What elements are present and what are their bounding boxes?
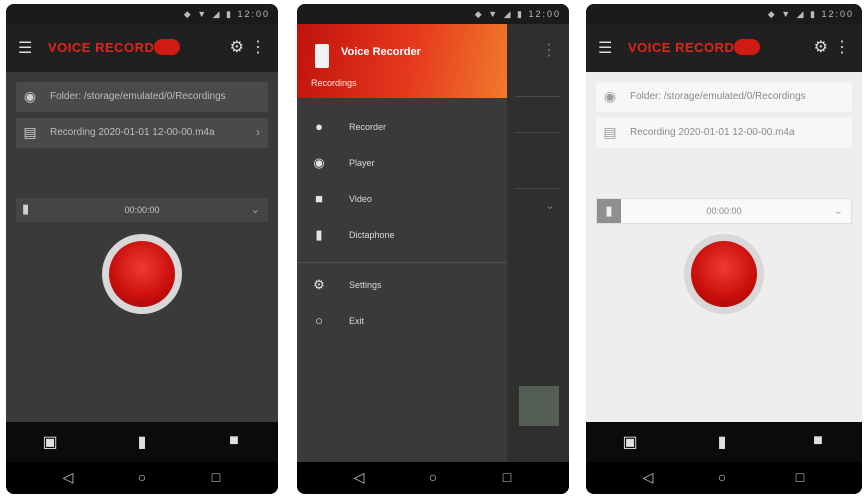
drawer-item-label: Recorder [349,122,387,132]
gear-icon: ⚙ [313,277,325,292]
background-rows [507,84,569,284]
recents-icon[interactable]: □ [206,469,226,487]
tab-recordings-icon[interactable]: ▣ [616,432,644,452]
background-thumbnail [519,386,559,426]
divider [515,132,561,133]
status-bar: ◆ ▼ ◢ ▮ 12:00 [6,4,278,24]
microphone-icon: ● [315,119,323,134]
drawer-item-label: Settings [349,280,382,290]
file-icon: ▤ [603,124,617,140]
drawer-item-exit[interactable]: ○ Exit [297,306,507,336]
edit-arrow-icon[interactable]: › [256,125,260,139]
bottom-tab-bar: ▣ ▮ ■ [6,422,278,462]
eye-icon: ◉ [313,155,325,170]
timer-label: 00:00:00 [706,206,742,216]
tab-microphone-icon[interactable]: ▮ [128,432,156,452]
back-icon[interactable]: ◁ [638,469,658,487]
timer-bar[interactable]: ▮ 00:00:00 ⌄ [16,198,268,222]
status-bar: ◆ ▼ ◢ ▮ 12:00 [586,4,862,24]
drawer-item-dictaphone[interactable]: ▮ Dictaphone [297,220,507,250]
system-nav-bar: ◁ ○ □ [586,462,862,494]
system-nav-bar: ◁ ○ □ [297,462,569,494]
gear-icon[interactable]: ⚙ [814,37,828,57]
app-bar: ☰ VOICE RECORDER ⚙ ⋮ [586,24,862,72]
file-name: Recording 2020-01-01 12-00-00.m4a [630,127,795,138]
file-name: Recording 2020-01-01 12-00-00.m4a [50,127,215,138]
drawer-item-label: Video [349,194,372,204]
drawer-title: Voice Recorder [341,46,421,58]
drawer-subtitle: Recordings [311,78,357,88]
home-icon[interactable]: ○ [132,469,152,487]
hamburger-icon[interactable]: ☰ [18,38,32,58]
location-pin-icon: ◉ [23,88,37,104]
phone-screen-drawer: ◆ ▼ ◢ ▮ 12:00 ⋮ ⌄ Voice Recorder Recordi… [297,4,569,494]
drawer-item-label: Exit [349,316,365,326]
tab-microphone-icon[interactable]: ▮ [708,432,736,452]
tab-recordings-icon[interactable]: ▣ [36,432,64,452]
main-content: ◉ Folder: /storage/emulated/0/Recordings… [586,72,862,422]
drawer-divider [297,262,507,263]
more-vertical-icon[interactable]: ⋮ [250,37,266,57]
hamburger-icon[interactable]: ☰ [598,38,612,58]
drawer-header: Voice Recorder Recordings [297,24,507,98]
recents-icon[interactable]: □ [790,469,810,487]
drawer-item-video[interactable]: ■ Video [297,184,507,214]
bottom-tab-bar: ▣ ▮ ■ [586,422,862,462]
microphone-icon [315,44,329,68]
folder-path: Folder: /storage/emulated/0/Recordings [50,91,226,102]
record-badge [154,39,180,55]
folder-path: Folder: /storage/emulated/0/Recordings [630,91,806,102]
home-icon[interactable]: ○ [712,469,732,487]
chevron-down-icon[interactable]: ⌄ [251,203,260,216]
home-icon[interactable]: ○ [423,469,443,487]
back-icon[interactable]: ◁ [58,469,78,487]
drawer-item-label: Dictaphone [349,230,395,240]
status-bar: ◆ ▼ ◢ ▮ 12:00 [297,4,569,24]
back-icon[interactable]: ◁ [349,469,369,487]
video-icon: ■ [315,191,323,206]
record-button-ring [684,234,764,314]
exit-icon: ○ [315,313,323,328]
microphone-icon: ▮ [315,227,323,242]
chevron-down-icon: ⌄ [544,198,555,212]
timer-label: 00:00:00 [124,205,160,215]
system-nav-bar: ◁ ○ □ [6,462,278,494]
app-bar: ☰ VOICE RECORDER ⚙ ⋮ [6,24,278,72]
timer-bar[interactable]: ▮ 00:00:00 ⌄ [596,198,852,224]
record-button-ring [102,234,182,314]
chevron-down-icon[interactable]: ⌄ [834,204,843,217]
record-button[interactable] [109,241,175,307]
phone-screen-light: ◆ ▼ ◢ ▮ 12:00 ☰ VOICE RECORDER ⚙ ⋮ ◉ Fol… [586,4,862,494]
navigation-drawer: Voice Recorder Recordings ● Recorder ◉ P… [297,24,507,462]
more-vertical-icon[interactable]: ⋮ [834,37,850,57]
status-icons: ◆ ▼ ◢ ▮ 12:00 [474,9,561,19]
phone-screen-dark: ◆ ▼ ◢ ▮ 12:00 ☰ VOICE RECORDER ⚙ ⋮ ◉ Fol… [6,4,278,494]
filename-row[interactable]: ▤ Recording 2020-01-01 12-00-00.m4a › [16,118,268,148]
gear-icon[interactable]: ⚙ [230,37,244,57]
file-icon: ▤ [23,124,37,140]
folder-row[interactable]: ◉ Folder: /storage/emulated/0/Recordings [596,82,852,112]
drawer-item-label: Player [349,158,375,168]
main-content: ◉ Folder: /storage/emulated/0/Recordings… [6,72,278,422]
status-icons: ◆ ▼ ◢ ▮ 12:00 [767,9,854,19]
divider [515,188,561,189]
drawer-item-settings[interactable]: ⚙ Settings [297,270,507,300]
tab-video-icon[interactable]: ■ [804,432,832,452]
record-button[interactable] [691,241,757,307]
recents-icon[interactable]: □ [497,469,517,487]
tab-video-icon[interactable]: ■ [220,432,248,452]
drawer-item-player[interactable]: ◉ Player [297,148,507,178]
drawer-item-recorder[interactable]: ● Recorder [297,112,507,142]
record-badge [734,39,760,55]
folder-row[interactable]: ◉ Folder: /storage/emulated/0/Recordings [16,82,268,112]
filename-row[interactable]: ▤ Recording 2020-01-01 12-00-00.m4a [596,118,852,148]
more-vertical-icon: ⋮ [541,42,557,59]
location-pin-icon: ◉ [603,88,617,104]
divider [515,96,561,97]
status-icons: ◆ ▼ ◢ ▮ 12:00 [183,9,270,19]
